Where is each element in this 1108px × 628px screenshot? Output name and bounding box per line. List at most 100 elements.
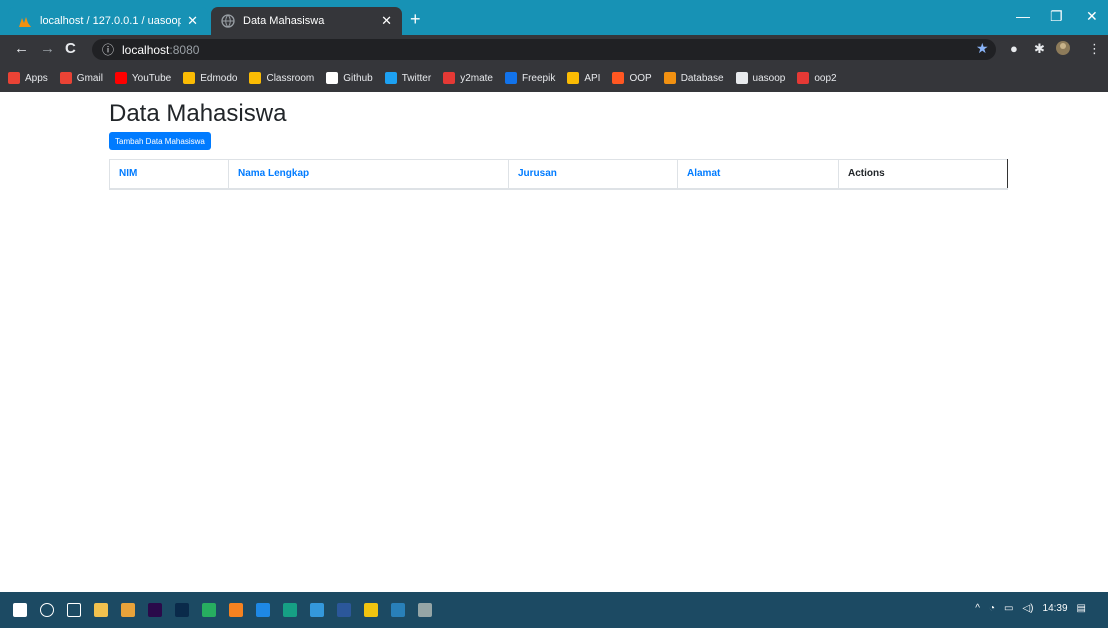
url-port: :8080	[169, 42, 200, 57]
sort-nim-link[interactable]: NIM	[119, 168, 137, 179]
bookmark-star-icon[interactable]: ★	[976, 40, 989, 57]
edmodo-icon	[183, 72, 196, 84]
chevron-up-icon[interactable]: ^	[975, 603, 980, 614]
menu-dots-icon[interactable]: ⋮	[1088, 41, 1101, 57]
shield-icon[interactable]	[310, 603, 324, 617]
search-icon[interactable]	[40, 603, 54, 617]
bookmark-label: OOP	[629, 72, 652, 84]
tab-title: localhost / 127.0.0.1 / uasoop | p	[40, 15, 182, 27]
tab-title: Data Mahasiswa	[243, 15, 325, 27]
puzzle-icon[interactable]: ✱	[1034, 41, 1045, 57]
globe-icon	[735, 72, 748, 84]
tab-phpmyadmin[interactable]: localhost / 127.0.0.1 / uasoop | p ✕	[8, 7, 208, 35]
github-icon	[326, 72, 339, 84]
bookmarks-bar: Apps Gmail YouTube Edmodo Classroom Github Twi…	[0, 64, 1108, 92]
chrome-icon[interactable]	[121, 603, 135, 617]
bookmark-item[interactable]: oop2	[797, 72, 837, 84]
bookmark-label: Edmodo	[200, 72, 238, 84]
browser-tab-strip: localhost / 127.0.0.1 / uasoop | p ✕ Dat…	[0, 0, 1108, 35]
toggle-icon[interactable]	[391, 603, 405, 617]
classroom-icon	[249, 72, 262, 84]
maps-icon[interactable]	[202, 603, 216, 617]
phpmyadmin-icon	[18, 14, 32, 28]
bookmark-item[interactable]: y2mate	[443, 72, 493, 84]
bookmark-item[interactable]: Classroom	[249, 72, 314, 84]
close-tab-icon[interactable]: ✕	[187, 13, 198, 29]
photos-icon[interactable]	[418, 603, 432, 617]
bookmark-item[interactable]: OOP	[612, 72, 652, 84]
windows-start-icon[interactable]	[13, 603, 27, 617]
add-mahasiswa-button[interactable]: Tambah Data Mahasiswa	[109, 132, 211, 150]
bookmark-label: Apps	[25, 72, 48, 84]
windows-taskbar: ^ ◔ ▭ ◁) 14:39 ▤	[0, 592, 1108, 628]
page-content: Data Mahasiswa Tambah Data Mahasiswa NIM…	[0, 92, 1108, 592]
bookmark-item[interactable]: Database	[663, 72, 724, 84]
column-header-nama: Nama Lengkap	[228, 159, 509, 190]
bookmark-label: uasoop	[752, 72, 786, 84]
reload-icon[interactable]: C	[65, 40, 76, 57]
address-bar-row: ← → C ⓘ localhost:8080	[0, 35, 1108, 64]
mahasiswa-table: NIM Nama Lengkap Jurusan Alamat Actions	[109, 159, 1008, 190]
sort-alamat-link[interactable]: Alamat	[687, 168, 720, 179]
photoshop-icon[interactable]	[175, 603, 189, 617]
word-icon[interactable]	[337, 603, 351, 617]
app-icon[interactable]	[283, 603, 297, 617]
bookmark-item[interactable]: Twitter	[384, 72, 432, 84]
url-input[interactable]: ⓘ localhost:8080	[92, 39, 996, 60]
minimize-button[interactable]: —	[1016, 8, 1030, 24]
freepik-icon	[504, 72, 517, 84]
wifi-icon[interactable]: ◔	[989, 603, 995, 614]
close-tab-icon[interactable]: ✕	[381, 13, 392, 29]
bookmark-label: API	[584, 72, 601, 84]
bookmark-label: oop2	[814, 72, 837, 84]
column-header-nim: NIM	[109, 159, 229, 190]
youtube-icon	[114, 72, 127, 84]
y2mate-icon	[443, 72, 456, 84]
sticky-notes-icon[interactable]	[364, 603, 378, 617]
column-header-alamat: Alamat	[677, 159, 839, 190]
twitter-icon	[384, 72, 397, 84]
bookmark-label: Gmail	[76, 72, 103, 84]
edge-icon[interactable]	[256, 603, 270, 617]
file-explorer-icon[interactable]	[94, 603, 108, 617]
xampp-icon[interactable]	[229, 603, 243, 617]
bookmark-item[interactable]: Edmodo	[183, 72, 237, 84]
sort-nama-link[interactable]: Nama Lengkap	[238, 168, 309, 179]
forward-icon[interactable]: →	[40, 40, 55, 57]
back-icon[interactable]: ←	[14, 40, 29, 57]
notification-icon[interactable]: ▤	[1077, 603, 1086, 614]
sort-jurusan-link[interactable]: Jurusan	[518, 168, 557, 179]
task-view-icon[interactable]	[67, 603, 81, 617]
close-window-button[interactable]: ✕	[1086, 8, 1098, 25]
bookmark-item[interactable]: Freepik	[504, 72, 556, 84]
column-header-actions: Actions	[838, 159, 1008, 190]
volume-icon[interactable]: ◁)	[1022, 603, 1033, 614]
tab-data-mahasiswa[interactable]: Data Mahasiswa ✕	[211, 7, 402, 35]
bookmark-label: YouTube	[131, 72, 172, 84]
bookmark-label: Database	[680, 72, 724, 84]
phpmyadmin-icon	[663, 72, 676, 84]
battery-icon[interactable]: ▭	[1004, 603, 1013, 614]
gmail-icon	[59, 72, 72, 84]
clock[interactable]: 14:39	[1043, 603, 1068, 614]
apps-grid-icon	[8, 72, 20, 84]
bookmark-item[interactable]: Github	[326, 72, 373, 84]
bookmark-label: Freepik	[521, 72, 556, 84]
restore-button[interactable]: ❐	[1050, 8, 1063, 25]
bookmark-item[interactable]: API	[567, 72, 600, 84]
globe-icon	[221, 14, 235, 28]
bookmark-item[interactable]: YouTube	[114, 72, 172, 84]
system-tray: ^ ◔ ▭ ◁) 14:39 ▤	[966, 603, 1086, 614]
bookmark-item[interactable]: Apps	[8, 72, 48, 84]
bookmark-label: y2mate	[460, 72, 493, 84]
info-icon[interactable]: ⓘ	[102, 41, 114, 58]
new-tab-button[interactable]: +	[410, 9, 421, 29]
extension-icon[interactable]: ●	[1010, 41, 1018, 56]
premiere-icon[interactable]	[148, 603, 162, 617]
bookmark-item[interactable]: Gmail	[59, 72, 103, 84]
avatar[interactable]	[1056, 41, 1070, 58]
url-host: localhost	[122, 42, 170, 57]
api-icon	[567, 72, 580, 84]
bookmark-label: Twitter	[401, 72, 432, 84]
bookmark-item[interactable]: uasoop	[735, 72, 786, 84]
